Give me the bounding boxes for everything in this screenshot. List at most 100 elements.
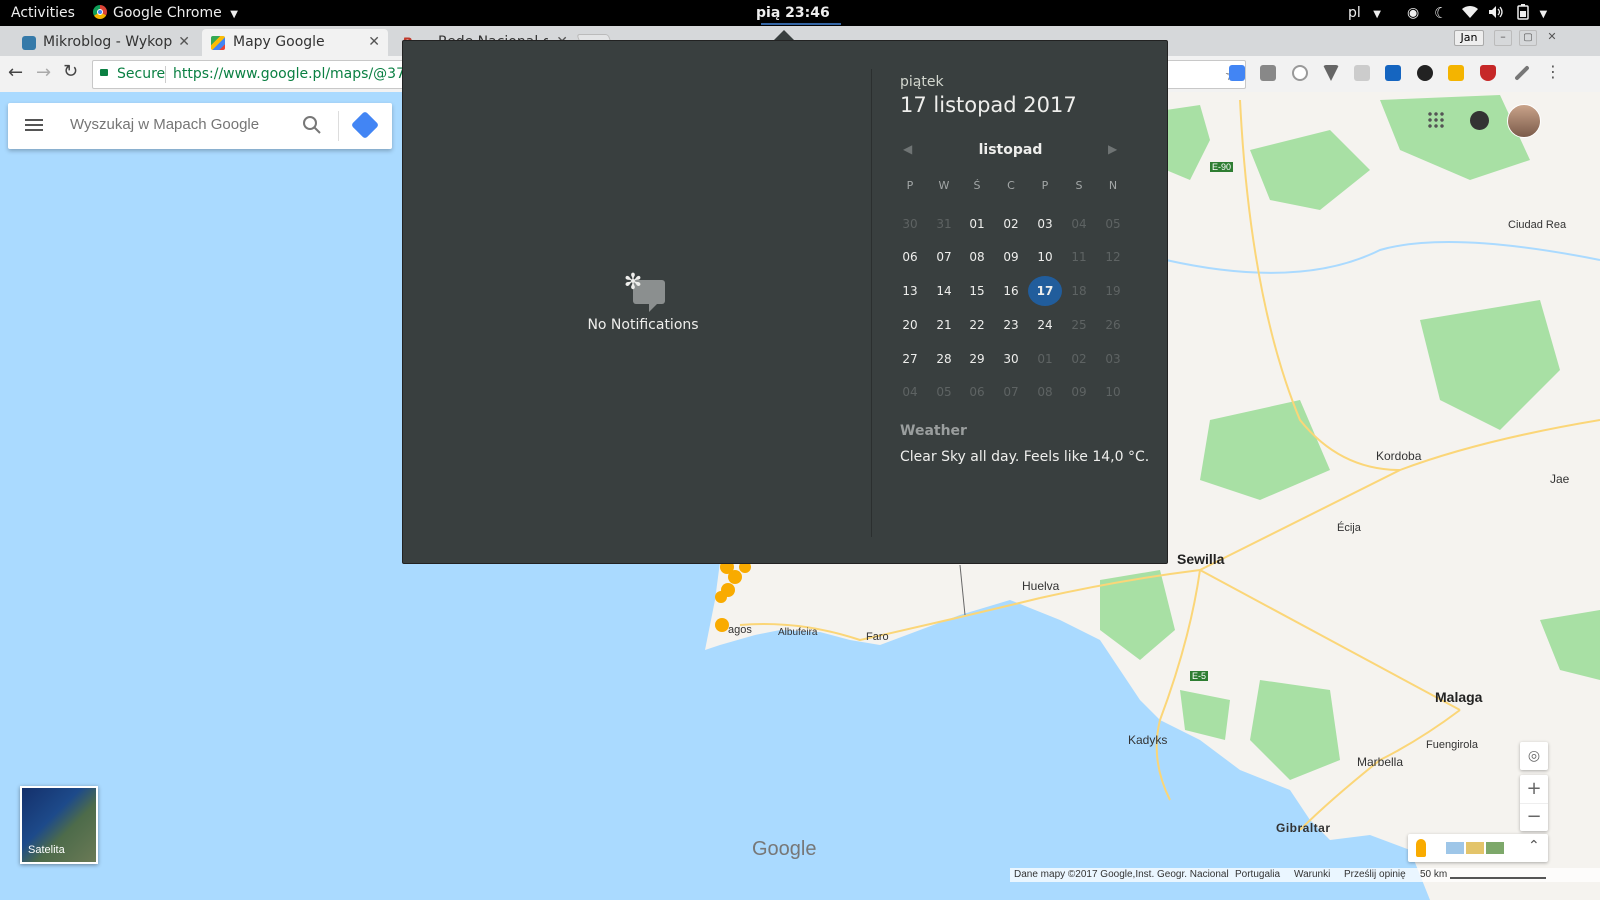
avatar[interactable] bbox=[1507, 104, 1541, 138]
calendar-day[interactable]: 31 bbox=[927, 209, 961, 239]
calendar-day[interactable]: 06 bbox=[893, 242, 927, 272]
map-label-city[interactable]: Kordoba bbox=[1376, 449, 1421, 463]
calendar-day[interactable]: 05 bbox=[1096, 209, 1130, 239]
previous-month-icon[interactable]: ◀ bbox=[903, 142, 912, 156]
pegman-icon[interactable] bbox=[1416, 839, 1426, 857]
circle-extension-icon[interactable] bbox=[1292, 65, 1308, 81]
calendar-day[interactable]: 24 bbox=[1028, 310, 1062, 340]
close-window-icon[interactable]: ✕ bbox=[1544, 30, 1560, 44]
calendar-day[interactable]: 26 bbox=[1096, 310, 1130, 340]
camera-extension-icon[interactable] bbox=[1260, 65, 1276, 81]
forward-icon[interactable]: → bbox=[36, 62, 51, 83]
calendar-day[interactable]: 15 bbox=[960, 276, 994, 306]
calendar-day[interactable]: 02 bbox=[1062, 344, 1096, 374]
calendar-day[interactable]: 30 bbox=[994, 344, 1028, 374]
map-label-city[interactable]: Faro bbox=[866, 631, 889, 643]
vpn-extension-icon[interactable] bbox=[1323, 65, 1339, 81]
back-icon[interactable]: ← bbox=[8, 62, 23, 83]
app-menu-button[interactable]: Google Chrome ▼ bbox=[93, 0, 238, 26]
map-label-city[interactable]: Kadyks bbox=[1128, 733, 1167, 747]
browser-tab-active[interactable]: Mapy Google ✕ bbox=[202, 29, 388, 56]
calendar-day[interactable]: 02 bbox=[994, 209, 1028, 239]
activities-button[interactable]: Activities bbox=[11, 0, 75, 26]
location-icon[interactable]: ◉ bbox=[1407, 0, 1419, 26]
calendar-day[interactable]: 05 bbox=[927, 377, 961, 407]
calendar-day[interactable]: 13 bbox=[893, 276, 927, 306]
clipboard-extension-icon[interactable] bbox=[1354, 65, 1370, 81]
satellite-layer-toggle[interactable]: Satelita bbox=[20, 786, 98, 864]
search-icon[interactable] bbox=[302, 115, 322, 139]
map-label-city[interactable]: Sewilla bbox=[1177, 551, 1224, 567]
calendar-day[interactable]: 18 bbox=[1062, 276, 1096, 306]
map-label-city[interactable]: agos bbox=[728, 624, 752, 636]
ublock-extension-icon[interactable] bbox=[1480, 65, 1496, 81]
map-label-city[interactable]: Jae bbox=[1550, 472, 1569, 486]
calendar-day[interactable]: 12 bbox=[1096, 242, 1130, 272]
calendar-weekday[interactable]: piątek bbox=[900, 74, 944, 90]
calendar-day[interactable]: 21 bbox=[927, 310, 961, 340]
calendar-day[interactable]: 14 bbox=[927, 276, 961, 306]
volume-icon[interactable] bbox=[1488, 0, 1504, 26]
close-tab-icon[interactable]: ✕ bbox=[178, 29, 190, 56]
directions-icon[interactable] bbox=[350, 110, 380, 140]
calendar-day[interactable]: 10 bbox=[1096, 377, 1130, 407]
hamburger-menu-icon[interactable] bbox=[25, 116, 43, 134]
calendar-day[interactable]: 16 bbox=[994, 276, 1028, 306]
map-label-city[interactable]: Huelva bbox=[1022, 579, 1059, 593]
map-label-city[interactable]: Gibraltar bbox=[1276, 821, 1331, 835]
map-label-city[interactable]: Fuengirola bbox=[1426, 739, 1478, 751]
calendar-day[interactable]: 04 bbox=[893, 377, 927, 407]
reload-icon[interactable]: ↻ bbox=[63, 61, 78, 82]
night-light-icon[interactable]: ☾ bbox=[1434, 0, 1447, 26]
map-label-city[interactable]: Écija bbox=[1337, 522, 1361, 534]
calendar-day[interactable]: 23 bbox=[994, 310, 1028, 340]
footer-link[interactable]: Portugalia bbox=[1235, 869, 1280, 880]
notifications-bell-icon[interactable] bbox=[1470, 111, 1489, 130]
browser-tab[interactable]: Mikroblog - Wykop ✕ bbox=[14, 29, 198, 56]
maps-search-input[interactable] bbox=[70, 116, 290, 133]
map-label-city[interactable]: Malaga bbox=[1435, 689, 1482, 705]
calendar-day[interactable]: 08 bbox=[960, 242, 994, 272]
calendar-day[interactable]: 03 bbox=[1096, 344, 1130, 374]
calendar-day[interactable]: 09 bbox=[1062, 377, 1096, 407]
pen-extension-icon[interactable] bbox=[1448, 65, 1464, 81]
imagery-thumb[interactable] bbox=[1446, 842, 1464, 854]
calendar-day[interactable]: 20 bbox=[893, 310, 927, 340]
zoom-in-icon[interactable]: + bbox=[1520, 775, 1548, 803]
imagery-thumb[interactable] bbox=[1466, 842, 1484, 854]
calendar-day[interactable]: 22 bbox=[960, 310, 994, 340]
calendar-day[interactable]: 09 bbox=[994, 242, 1028, 272]
l-extension-icon[interactable] bbox=[1385, 65, 1401, 81]
translate-extension-icon[interactable] bbox=[1229, 65, 1245, 81]
map-label-city[interactable]: Albufeira bbox=[778, 627, 817, 638]
calendar-day[interactable]: 03 bbox=[1028, 209, 1062, 239]
apps-grid-icon[interactable] bbox=[1427, 111, 1445, 129]
calendar-day[interactable]: 19 bbox=[1096, 276, 1130, 306]
calendar-day[interactable]: 07 bbox=[994, 377, 1028, 407]
close-tab-icon[interactable]: ✕ bbox=[368, 29, 380, 56]
calendar-day[interactable]: 11 bbox=[1062, 242, 1096, 272]
calendar-day[interactable]: 25 bbox=[1062, 310, 1096, 340]
calendar-day[interactable]: 30 bbox=[893, 209, 927, 239]
calendar-day[interactable]: 29 bbox=[960, 344, 994, 374]
swirl-extension-icon[interactable] bbox=[1417, 65, 1433, 81]
calendar-day[interactable]: 17 bbox=[1028, 276, 1062, 306]
calendar-day[interactable]: 01 bbox=[1028, 344, 1062, 374]
battery-icon[interactable]: ▼ bbox=[1517, 0, 1547, 26]
map-label-city[interactable]: Ciudad Rea bbox=[1508, 219, 1566, 231]
minimize-icon[interactable]: – bbox=[1494, 30, 1512, 46]
calendar-day[interactable]: 06 bbox=[960, 377, 994, 407]
map-label-city[interactable]: Marbella bbox=[1357, 755, 1403, 769]
profile-badge[interactable]: Jan bbox=[1454, 30, 1484, 46]
chrome-menu-icon[interactable]: ⋮ bbox=[1545, 62, 1561, 81]
wrench-extension-icon[interactable] bbox=[1514, 65, 1530, 81]
keyboard-layout-button[interactable]: pl ▼ bbox=[1348, 0, 1381, 26]
calendar-day[interactable]: 01 bbox=[960, 209, 994, 239]
calendar-day[interactable]: 08 bbox=[1028, 377, 1062, 407]
my-location-icon[interactable]: ◎ bbox=[1520, 742, 1548, 770]
footer-link[interactable]: Warunki bbox=[1294, 869, 1330, 880]
imagery-thumb[interactable] bbox=[1486, 842, 1504, 854]
zoom-out-icon[interactable]: − bbox=[1520, 803, 1548, 832]
weather-title[interactable]: Weather bbox=[900, 423, 967, 439]
calendar-day[interactable]: 04 bbox=[1062, 209, 1096, 239]
